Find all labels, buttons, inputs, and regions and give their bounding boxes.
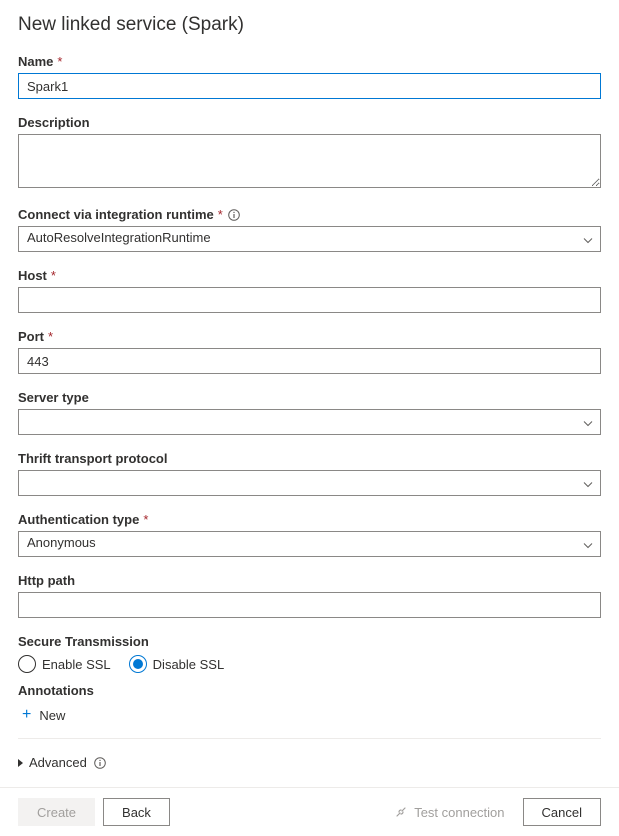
enable-ssl-radio[interactable]: Enable SSL xyxy=(18,655,111,673)
required-asterisk: * xyxy=(57,54,62,69)
required-asterisk: * xyxy=(48,329,53,344)
page-title: New linked service (Spark) xyxy=(18,14,601,36)
server-type-label: Server type xyxy=(18,390,601,405)
enable-ssl-label: Enable SSL xyxy=(42,657,111,672)
host-label: Host * xyxy=(18,268,601,283)
thrift-label: Thrift transport protocol xyxy=(18,451,601,466)
server-type-select[interactable] xyxy=(18,409,601,435)
runtime-label: Connect via integration runtime * xyxy=(18,207,601,222)
auth-type-label: Authentication type * xyxy=(18,512,601,527)
required-asterisk: * xyxy=(218,207,223,222)
port-label: Port * xyxy=(18,329,601,344)
footer: Create Back Test connection Cancel xyxy=(0,787,619,836)
test-connection-button: Test connection xyxy=(394,805,504,820)
disable-ssl-radio[interactable]: Disable SSL xyxy=(129,655,225,673)
name-label: Name * xyxy=(18,54,601,69)
info-icon[interactable] xyxy=(93,756,107,770)
http-path-label: Http path xyxy=(18,573,601,588)
connection-icon xyxy=(394,805,408,819)
divider xyxy=(18,738,601,739)
radio-icon xyxy=(129,655,147,673)
disable-ssl-label: Disable SSL xyxy=(153,657,225,672)
info-icon[interactable] xyxy=(227,208,241,222)
runtime-select[interactable]: AutoResolveIntegrationRuntime xyxy=(18,226,601,252)
plus-icon: + xyxy=(22,706,31,724)
annotations-label: Annotations xyxy=(18,683,601,698)
description-label: Description xyxy=(18,115,601,130)
secure-transmission-label: Secure Transmission xyxy=(18,634,601,649)
chevron-right-icon xyxy=(18,759,23,767)
required-asterisk: * xyxy=(143,512,148,527)
create-button[interactable]: Create xyxy=(18,798,95,826)
port-input[interactable] xyxy=(18,348,601,374)
http-path-input[interactable] xyxy=(18,592,601,618)
advanced-toggle[interactable]: Advanced xyxy=(18,751,601,774)
radio-icon xyxy=(18,655,36,673)
back-button[interactable]: Back xyxy=(103,798,170,826)
name-input[interactable] xyxy=(18,73,601,99)
cancel-button[interactable]: Cancel xyxy=(523,798,601,826)
new-annotation-button[interactable]: + New xyxy=(18,700,601,730)
thrift-select[interactable] xyxy=(18,470,601,496)
description-input[interactable] xyxy=(18,134,601,188)
host-input[interactable] xyxy=(18,287,601,313)
auth-type-select[interactable]: Anonymous xyxy=(18,531,601,557)
required-asterisk: * xyxy=(51,268,56,283)
